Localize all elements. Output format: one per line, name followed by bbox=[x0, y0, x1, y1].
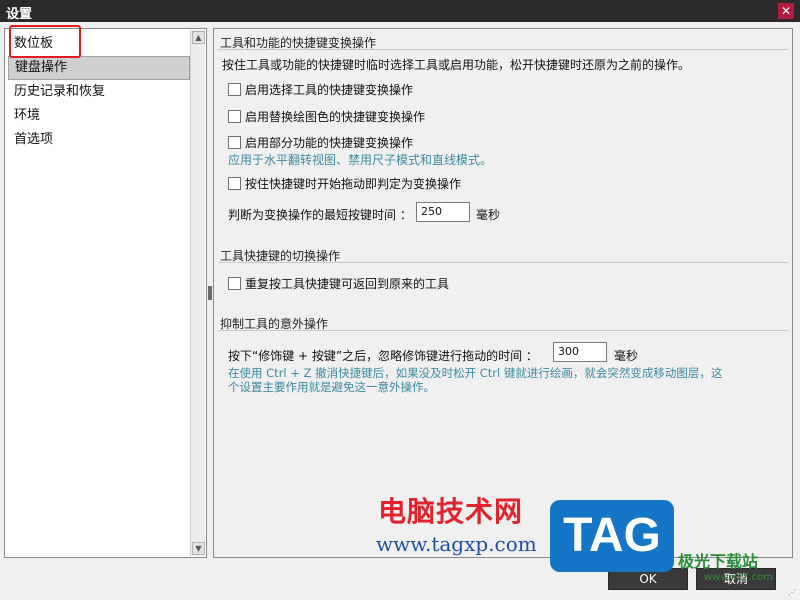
title-bar: 设置 ✕ bbox=[0, 0, 800, 22]
min-press-time-input[interactable]: 250 bbox=[416, 202, 470, 222]
section-divider bbox=[218, 49, 788, 50]
resize-grip-icon[interactable]: ⋰ bbox=[788, 588, 798, 598]
min-press-time-label: 判断为变换操作的最短按键时间 ： bbox=[228, 208, 412, 222]
checkbox-partial-function-shortcut[interactable]: 启用部分功能的快捷键变换操作 bbox=[228, 134, 413, 150]
section-divider bbox=[218, 262, 788, 263]
panel-splitter-handle[interactable] bbox=[208, 286, 212, 300]
checkbox-box[interactable] bbox=[228, 176, 241, 190]
category-item-keyboard[interactable]: 键盘操作 bbox=[8, 56, 190, 80]
checkbox-box[interactable] bbox=[228, 82, 241, 96]
highlight-annotation-box bbox=[9, 25, 81, 58]
checkbox-label: 按住快捷键时开始拖动即判定为变换操作 bbox=[245, 176, 462, 191]
section-description: 按住工具或功能的快捷键时临时选择工具或启用功能，松开快捷键时还原为之前的操作。 bbox=[222, 58, 691, 72]
section-divider bbox=[218, 330, 788, 331]
ignore-modifier-label: 按下“修饰键 + 按键”之后，忽略修饰键进行拖动的时间 ： bbox=[228, 349, 538, 363]
category-item-environment[interactable]: 环境 bbox=[8, 104, 190, 128]
checkbox-label: 启用替换绘图色的快捷键变换操作 bbox=[245, 109, 426, 124]
checkbox-label: 重复按工具快捷键可返回到原来的工具 bbox=[245, 276, 450, 291]
checkbox-label: 启用部分功能的快捷键变换操作 bbox=[245, 135, 414, 150]
category-item-label: 键盘操作 bbox=[15, 60, 68, 75]
watermark-site-name: 电脑技术网 bbox=[378, 495, 524, 528]
scroll-up-icon[interactable]: ▲ bbox=[192, 31, 205, 44]
close-button[interactable]: ✕ bbox=[778, 3, 794, 19]
partial-function-note: 应用于水平翻转视图、禁用尺子模式和直线模式。 bbox=[228, 153, 493, 167]
watermark-site2-url: www.xz7.com bbox=[704, 572, 773, 583]
checkbox-box[interactable] bbox=[228, 276, 241, 290]
scroll-down-icon[interactable]: ▼ bbox=[192, 542, 205, 555]
category-item-label: 历史记录和恢复 bbox=[14, 84, 106, 99]
category-list: 数位板 键盘操作 历史记录和恢复 环境 首选项 ▲ ▼ bbox=[4, 25, 207, 558]
window-title: 设置 bbox=[6, 7, 33, 22]
watermark-url: www.tagxp.com bbox=[376, 532, 537, 556]
category-item-preferences[interactable]: 首选项 bbox=[8, 128, 190, 152]
category-item-history[interactable]: 历史记录和恢复 bbox=[8, 80, 190, 104]
checkbox-select-tool-shortcut[interactable]: 启用选择工具的快捷键变换操作 bbox=[228, 81, 413, 97]
undo-note-line2: 个设置主要作用就是避免这一意外操作。 bbox=[228, 380, 435, 394]
checkbox-replace-color-shortcut[interactable]: 启用替换绘图色的快捷键变换操作 bbox=[228, 108, 425, 124]
settings-content: 工具和功能的快捷键变换操作 按住工具或功能的快捷键时临时选择工具或启用功能，松开… bbox=[213, 28, 793, 558]
checkbox-label: 启用选择工具的快捷键变换操作 bbox=[245, 82, 414, 97]
watermark-site2-name: 极光下载站 bbox=[678, 552, 759, 571]
category-item-label: 环境 bbox=[14, 108, 41, 123]
ignore-modifier-unit: 毫秒 bbox=[614, 349, 639, 363]
category-item-label: 首选项 bbox=[14, 132, 54, 147]
category-scrollbar[interactable]: ▲ ▼ bbox=[190, 30, 205, 556]
checkbox-drag-judge-shortcut[interactable]: 按住快捷键时开始拖动即判定为变换操作 bbox=[228, 175, 461, 191]
checkbox-repeat-shortcut-return[interactable]: 重复按工具快捷键可返回到原来的工具 bbox=[228, 275, 449, 291]
watermark-tag-logo: TAG bbox=[550, 500, 674, 572]
close-icon: ✕ bbox=[780, 4, 792, 18]
checkbox-box[interactable] bbox=[228, 135, 241, 149]
ignore-modifier-input[interactable]: 300 bbox=[553, 342, 607, 362]
checkbox-box[interactable] bbox=[228, 109, 241, 123]
min-press-time-unit: 毫秒 bbox=[476, 208, 501, 222]
